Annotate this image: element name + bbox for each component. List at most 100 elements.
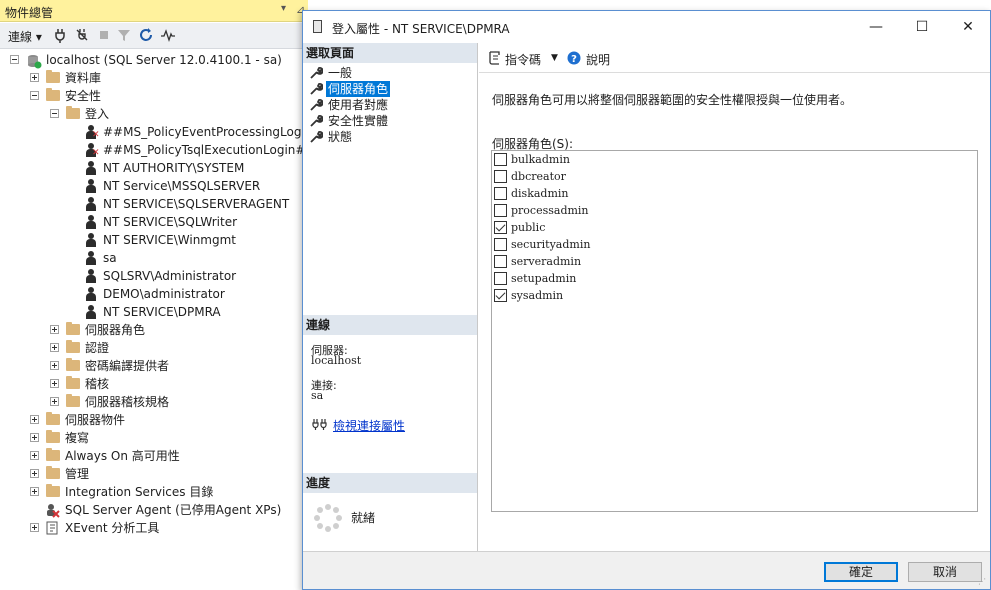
role-checkbox[interactable] — [494, 170, 507, 183]
role-checkbox[interactable] — [494, 238, 507, 251]
expand-icon[interactable] — [30, 451, 39, 460]
login-label: ##MS_PolicyEventProcessingLogin## — [103, 125, 333, 139]
folder-icon — [66, 358, 80, 371]
user-icon — [84, 251, 98, 265]
expand-icon[interactable] — [30, 433, 39, 442]
role-checkbox[interactable] — [494, 272, 507, 285]
server-label: localhost (SQL Server 12.0.4100.1 - sa) — [46, 53, 282, 67]
role-checkbox-checked[interactable] — [494, 289, 507, 302]
login-label: NT Service\MSSQLSERVER — [103, 179, 261, 193]
expand-icon[interactable] — [50, 361, 59, 370]
object-explorer-toolbar: 連線 ▾ — [0, 23, 308, 49]
page-label: 狀態 — [328, 130, 353, 144]
refresh-icon[interactable] — [138, 27, 154, 43]
dialog-app-icon — [313, 20, 322, 33]
cancel-button[interactable]: 取消 — [908, 562, 982, 582]
server-value: localhost — [311, 354, 362, 367]
login-label: ##MS_PolicyTsqlExecutionLogin## — [103, 143, 316, 157]
node-label: 伺服器物件 — [65, 413, 126, 427]
expand-icon[interactable] — [50, 343, 59, 352]
help-label: 說明 — [586, 53, 611, 67]
role-checkbox[interactable] — [494, 255, 507, 268]
node-label: 伺服器角色 — [85, 323, 146, 337]
folder-icon — [46, 448, 60, 461]
expand-icon[interactable] — [30, 415, 39, 424]
svg-text:?: ? — [571, 54, 577, 65]
user-icon — [84, 269, 98, 283]
expand-icon[interactable] — [30, 523, 39, 532]
xevent-profiler-icon — [46, 521, 58, 535]
node-label: SQL Server Agent (已停用Agent XPs) — [65, 503, 282, 517]
logins-label: 登入 — [85, 107, 110, 121]
script-label: 指令碼 — [505, 53, 542, 67]
role-checkbox-checked[interactable] — [494, 221, 507, 234]
connect-plug-icon[interactable] — [52, 27, 68, 43]
expand-icon[interactable] — [30, 487, 39, 496]
user-icon — [84, 197, 98, 211]
role-name: serveradmin — [511, 255, 582, 268]
object-explorer-title: 物件總管 — [5, 6, 54, 20]
maximize-button[interactable]: ☐ — [899, 11, 945, 43]
node-label: 伺服器稽核規格 — [85, 395, 170, 409]
progress-status: 就緒 — [351, 511, 376, 525]
user-icon — [84, 233, 98, 247]
script-dropdown-icon[interactable]: ▼ — [551, 53, 558, 63]
server-roles-list: bulkadmin dbcreator diskadmin processadm… — [491, 150, 978, 512]
node-label: Always On 高可用性 — [65, 449, 180, 463]
expand-icon[interactable] — [30, 469, 39, 478]
filter-icon[interactable] — [116, 27, 132, 43]
expand-icon[interactable] — [30, 73, 39, 82]
expand-icon[interactable] — [50, 325, 59, 334]
collapse-icon[interactable] — [50, 109, 59, 118]
disabled-login-icon: ✕ — [84, 143, 100, 158]
collapse-icon[interactable] — [10, 55, 19, 64]
disabled-login-icon: ✕ — [84, 125, 100, 140]
page-label: 安全性實體 — [328, 114, 389, 128]
window-position-dropdown-icon[interactable]: ▾ — [281, 3, 286, 14]
wrench-icon — [310, 115, 323, 127]
role-name: setupadmin — [511, 272, 577, 285]
folder-icon — [66, 340, 80, 353]
folder-icon — [46, 466, 60, 479]
user-icon — [84, 179, 98, 193]
login-label: sa — [103, 251, 117, 265]
view-connection-properties-link[interactable]: 檢視連接屬性 — [333, 417, 405, 434]
wrench-icon — [310, 99, 323, 111]
node-label: 管理 — [65, 467, 90, 481]
databases-label: 資料庫 — [65, 71, 102, 85]
expand-icon[interactable] — [50, 379, 59, 388]
resize-grip-icon[interactable]: ⋰ — [978, 577, 988, 587]
user-icon — [84, 287, 98, 301]
role-name: dbcreator — [511, 170, 566, 183]
script-button[interactable]: 指令碼 — [505, 51, 541, 68]
connection-properties-icon — [312, 419, 327, 430]
minimize-button[interactable]: — — [853, 11, 899, 43]
role-name: processadmin — [511, 204, 589, 217]
connect-dropdown-button[interactable]: 連線 ▾ — [8, 28, 42, 45]
help-button[interactable]: 說明 — [586, 51, 610, 68]
dialog-title: 登入屬性 - NT SERVICE\DPMRA — [332, 22, 510, 36]
collapse-icon[interactable] — [30, 91, 39, 100]
dialog-left-pane: 選取頁面 一般 伺服器角色 使用者對應 安全性實體 狀態 連線 伺服器: loc… — [303, 43, 478, 551]
user-icon — [84, 215, 98, 229]
expand-icon[interactable] — [50, 397, 59, 406]
role-checkbox[interactable] — [494, 187, 507, 200]
folder-icon — [66, 322, 80, 335]
server-icon — [28, 55, 42, 69]
activity-monitor-icon[interactable] — [160, 27, 176, 43]
page-label: 伺服器角色 — [326, 81, 391, 97]
wrench-icon — [310, 131, 323, 143]
disconnect-icon[interactable] — [74, 27, 90, 43]
stop-icon[interactable] — [96, 27, 112, 43]
progress-header: 進度 — [303, 473, 477, 493]
role-checkbox[interactable] — [494, 204, 507, 217]
user-icon — [84, 305, 98, 319]
folder-icon — [46, 88, 60, 101]
agent-disabled-icon — [47, 504, 60, 518]
page-label: 一般 — [328, 66, 353, 80]
page-label: 使用者對應 — [328, 98, 389, 112]
ok-button[interactable]: 確定 — [824, 562, 898, 582]
folder-icon — [66, 106, 80, 119]
close-button[interactable]: ✕ — [945, 11, 991, 43]
role-checkbox[interactable] — [494, 153, 507, 166]
